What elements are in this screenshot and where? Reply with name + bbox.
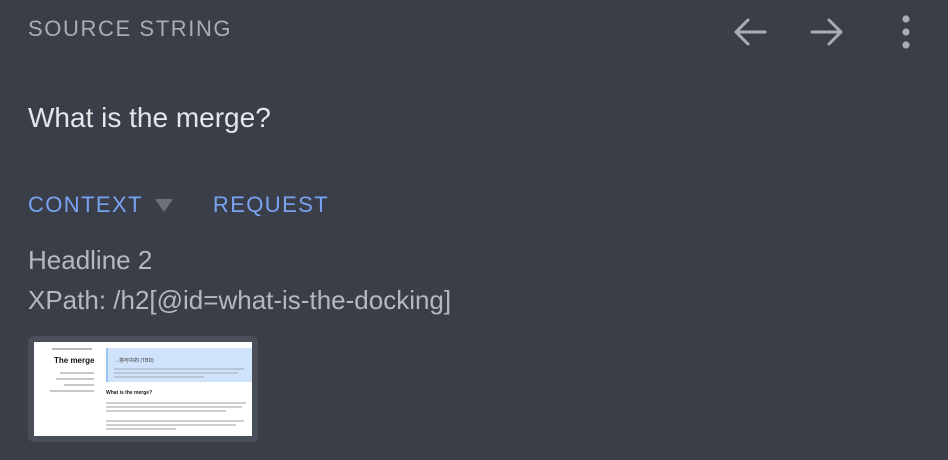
arrow-right-icon[interactable] xyxy=(809,14,845,50)
source-string-text: What is the merge? xyxy=(28,102,271,133)
thumbnail-page-title: The merge xyxy=(54,356,95,365)
header-title: SOURCE STRING xyxy=(28,16,233,41)
tab-context[interactable]: CONTEXT xyxy=(28,192,143,218)
dropdown-triangle-icon[interactable] xyxy=(154,198,173,212)
more-vertical-icon[interactable] xyxy=(888,14,924,50)
thumbnail-banner-title: →将可中的 (TBD) xyxy=(114,358,154,364)
arrow-left-icon[interactable] xyxy=(732,14,768,50)
thumbnail-nav-list xyxy=(46,372,94,396)
thumbnail-section-heading: What is the merge? xyxy=(106,390,153,396)
context-element-type: Headline 2 xyxy=(28,245,153,275)
thumbnail-page-preview: The merge →将可中的 (TBD) What is the merge? xyxy=(34,342,252,436)
tab-request[interactable]: REQUEST xyxy=(213,192,329,218)
thumbnail-highlight-banner: →将可中的 (TBD) xyxy=(106,348,252,382)
context-xpath: XPath: /h2[@id=what-is-the-docking] xyxy=(28,285,452,315)
context-tabs: CONTEXT REQUEST xyxy=(28,192,329,218)
context-screenshot-thumbnail[interactable]: The merge →将可中的 (TBD) What is the merge? xyxy=(28,336,258,442)
